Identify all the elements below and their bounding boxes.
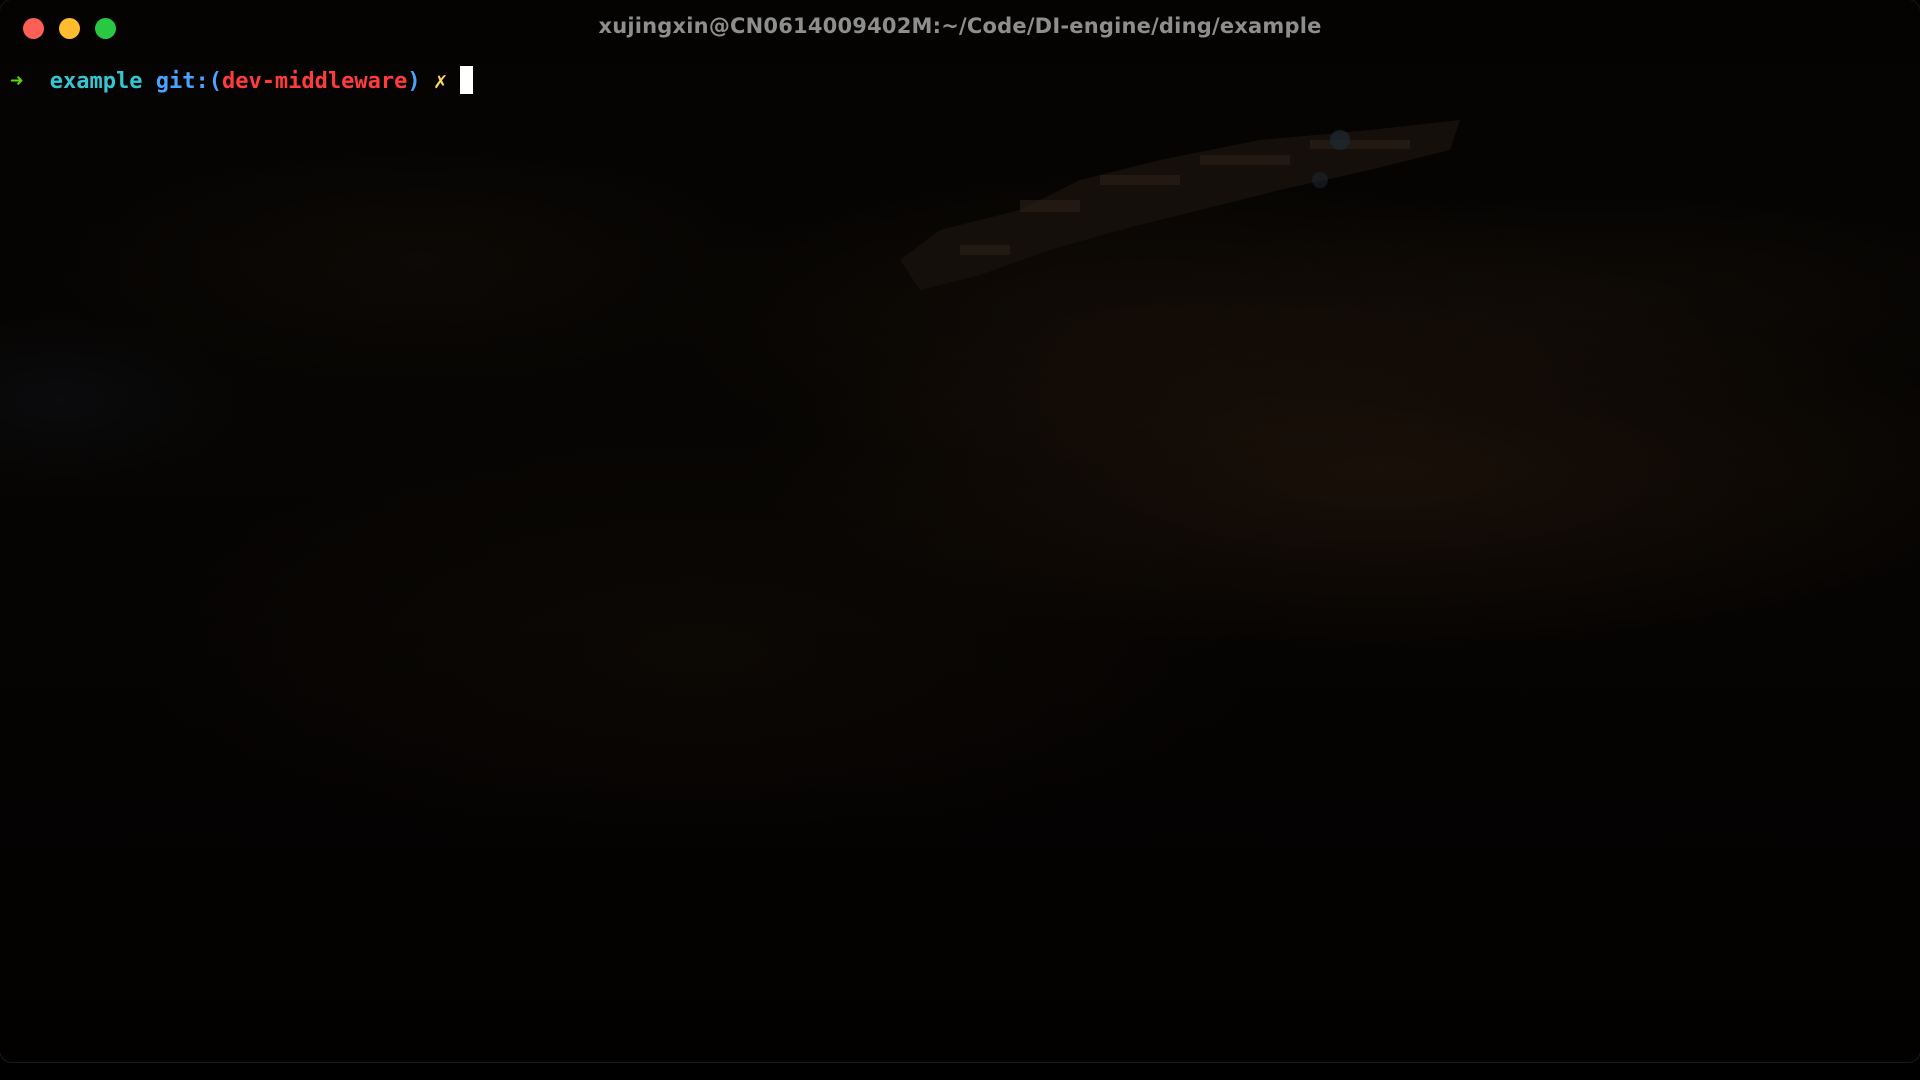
window-title: xujingxin@CN0614009402M:~/Code/DI-engine…: [598, 14, 1322, 38]
terminal-window: xujingxin@CN0614009402M:~/Code/DI-engine…: [0, 0, 1920, 1062]
text-cursor[interactable]: [460, 66, 474, 94]
prompt-dirty-marker-icon: ✗: [433, 69, 448, 94]
prompt-directory: example: [49, 69, 143, 94]
prompt-git-close: ): [407, 69, 421, 94]
prompt-git-branch: dev-middleware: [221, 69, 408, 94]
title-bar[interactable]: xujingxin@CN0614009402M:~/Code/DI-engine…: [0, 0, 1920, 56]
prompt-line: ➜ example git:(dev-middleware) ✗: [10, 66, 474, 98]
terminal-content[interactable]: ➜ example git:(dev-middleware) ✗: [0, 56, 1920, 1062]
prompt-git-label: git:(: [155, 69, 222, 94]
prompt-arrow-icon: ➜: [10, 69, 24, 94]
